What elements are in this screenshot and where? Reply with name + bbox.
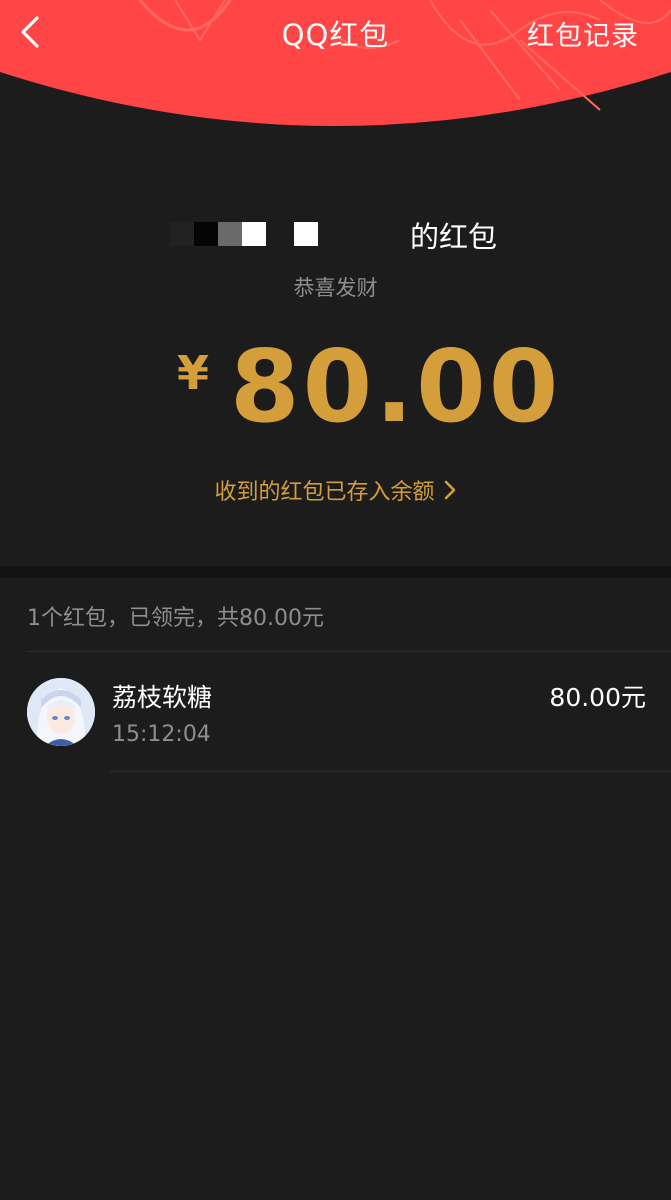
- receiver-row[interactable]: 荔枝软糖 15:12:04 80.00元: [0, 652, 671, 772]
- currency-symbol: ¥: [177, 346, 210, 400]
- blessing-text: 恭喜发财: [293, 276, 378, 300]
- sender-line: 的红包: [0, 210, 671, 260]
- header: QQ红包 红包记录: [0, 0, 671, 130]
- receiver-name: 荔枝软糖: [112, 683, 213, 712]
- chevron-right-icon: [444, 480, 455, 500]
- receiver-amount: 80.00元: [549, 683, 646, 712]
- avatar[interactable]: [27, 678, 95, 746]
- packet-amount: 80.00: [230, 328, 562, 445]
- red-packet-records-link[interactable]: 红包记录: [527, 14, 639, 53]
- packet-summary: 1个红包，已领完，共80.00元: [27, 606, 324, 631]
- receiver-time: 15:12:04: [112, 722, 211, 747]
- avatar-image: [27, 678, 95, 746]
- divider-line: [110, 771, 671, 772]
- balance-link[interactable]: 收到的红包已存入余额: [0, 474, 671, 506]
- sender-suffix: 的红包: [410, 220, 498, 254]
- balance-link-label: 收到的红包已存入余额: [214, 480, 435, 505]
- section-divider: [0, 566, 671, 578]
- red-packet-detail-page: QQ红包 红包记录 的红包 恭喜发财 ¥ 80.00 收到的红包已存入余额 1个…: [0, 0, 671, 1200]
- amount-display: ¥ 80.00: [0, 328, 671, 448]
